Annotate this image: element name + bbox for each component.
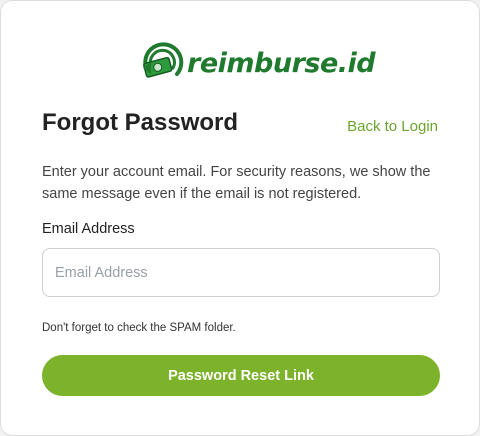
password-reset-button[interactable]: Password Reset Link [42, 355, 440, 396]
brand-logo: reimburse.id [139, 39, 376, 87]
forgot-password-card: reimburse.id Forgot Password Back to Log… [0, 0, 480, 436]
spam-hint: Don't forget to check the SPAM folder. [42, 322, 236, 334]
page-title: Forgot Password [42, 109, 239, 136]
instructions-text: Enter your account email. For security r… [42, 164, 431, 202]
email-label: Email Address [42, 221, 135, 237]
back-to-login-link[interactable]: Back to Login [347, 118, 438, 135]
brand-name: reimburse.id [187, 47, 376, 79]
money-bill-swirl-icon [143, 42, 184, 78]
email-input[interactable] [42, 248, 440, 297]
